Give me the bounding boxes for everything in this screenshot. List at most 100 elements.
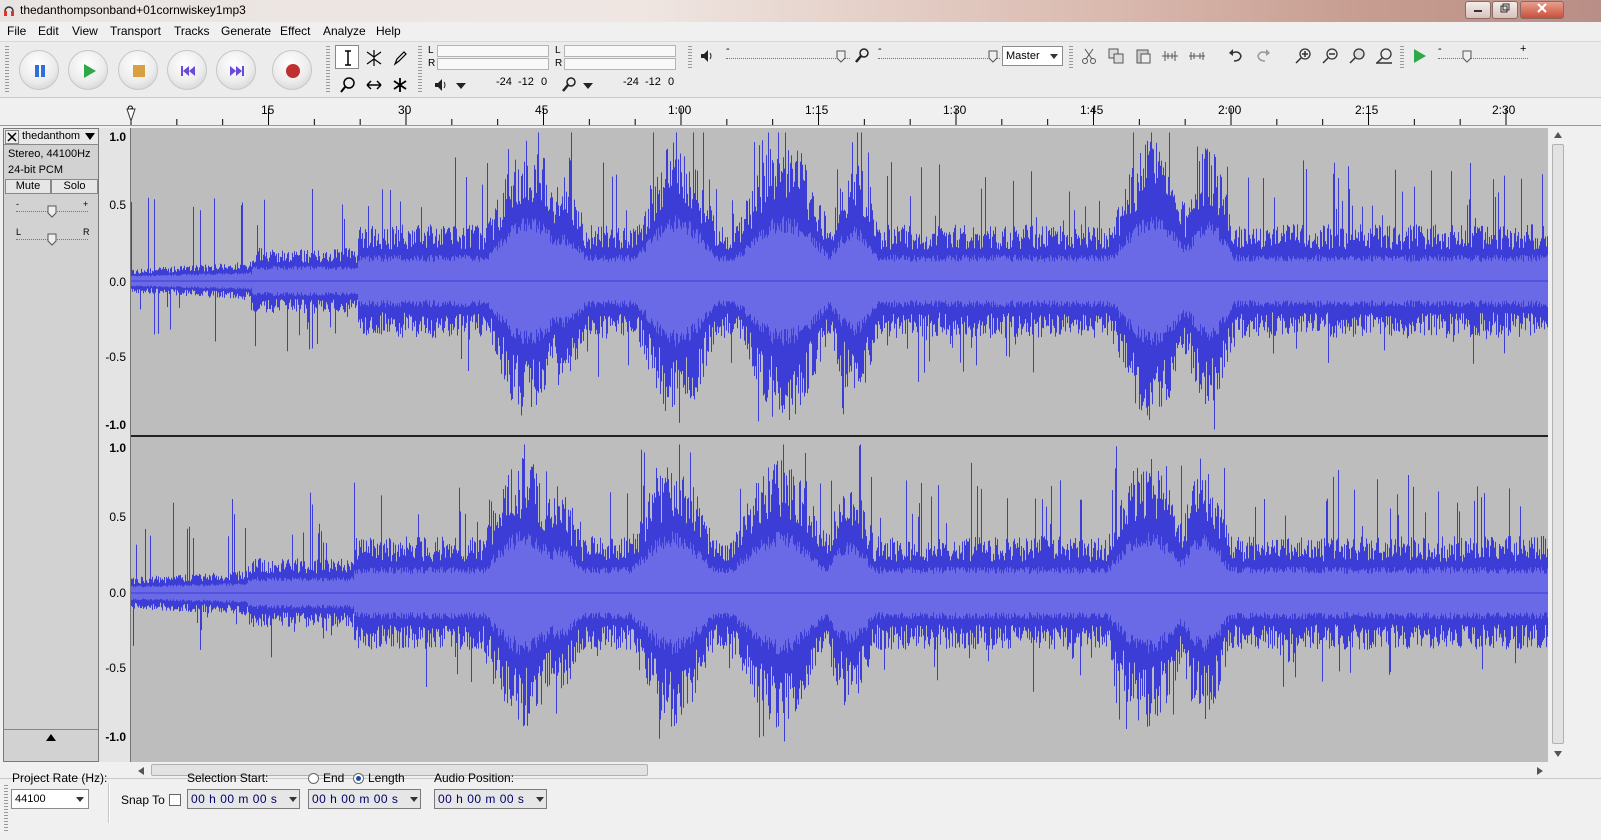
scroll-down-icon[interactable] (1553, 750, 1563, 758)
playhead-marker-icon[interactable] (126, 108, 136, 122)
stop-button[interactable] (118, 50, 158, 90)
chevron-down-icon (76, 797, 84, 802)
pan-right-label: R (83, 227, 90, 237)
menu-edit[interactable]: Edit (38, 24, 59, 38)
menu-generate[interactable]: Generate (221, 24, 271, 38)
chevron-down-icon (289, 797, 297, 802)
chevron-down-icon (85, 133, 95, 140)
audio-position-time[interactable]: 00 h 00 m 00 s (434, 789, 547, 809)
record-meter-left[interactable] (564, 45, 676, 57)
selection-start-time[interactable]: 00 h 00 m 00 s (187, 789, 300, 809)
play-speed-thumb[interactable] (1462, 50, 1472, 63)
play-at-speed-button[interactable] (1408, 45, 1430, 67)
record-meter-right[interactable] (564, 58, 676, 70)
project-rate-select[interactable]: 44100 (11, 789, 89, 809)
playback-meter-left[interactable] (437, 45, 549, 57)
edit-grip[interactable] (1069, 46, 1073, 68)
record-meter-dropdown-icon[interactable] (582, 82, 594, 90)
menu-transport[interactable]: Transport (110, 24, 161, 38)
redo-icon (1257, 49, 1270, 62)
waveform-area[interactable] (131, 128, 1548, 762)
record-button[interactable] (272, 50, 312, 90)
undo-button[interactable] (1225, 45, 1247, 67)
copy-button[interactable] (1105, 45, 1127, 67)
draw-tool-button[interactable] (387, 45, 411, 69)
envelope-tool-button[interactable] (361, 45, 385, 69)
skip-to-start-button[interactable] (167, 50, 207, 90)
zoom-out-button[interactable] (1319, 45, 1341, 67)
scale-bottom-0: 0.0 (109, 586, 126, 600)
vertical-scrollbar[interactable] (1550, 128, 1566, 762)
toolbar-grip[interactable] (5, 46, 9, 94)
asterisk-icon (393, 78, 407, 92)
record-icon (286, 64, 300, 78)
cut-button[interactable] (1078, 45, 1100, 67)
menu-file[interactable]: File (7, 24, 26, 38)
fit-project-button[interactable] (1373, 45, 1395, 67)
snap-to-checkbox[interactable] (169, 794, 181, 806)
input-volume-slider[interactable] (878, 58, 1000, 59)
amplitude-ruler[interactable]: 1.0 0.5 0.0 -0.5 -1.0 1.0 0.5 0.0 -0.5 -… (99, 128, 131, 762)
time-shift-tool-button[interactable] (361, 72, 385, 96)
scroll-up-icon[interactable] (1553, 131, 1563, 139)
redo-button[interactable] (1252, 45, 1274, 67)
vertical-scroll-thumb[interactable] (1552, 144, 1564, 744)
length-radio[interactable] (353, 773, 364, 784)
timeline-ruler[interactable]: 0 15 30 45 1:00 1:15 1:30 1:45 2:00 2:15… (0, 98, 1601, 126)
maximize-button[interactable] (1492, 1, 1518, 19)
pan-slider-thumb[interactable] (47, 233, 57, 246)
output-volume-slider[interactable] (726, 58, 850, 59)
zoom-out-icon (1322, 48, 1338, 64)
menu-view[interactable]: View (72, 24, 98, 38)
input-source-select[interactable]: Master (1002, 46, 1063, 66)
play-button[interactable] (68, 50, 108, 90)
track-close-button[interactable] (5, 130, 19, 144)
multi-tool-button[interactable] (387, 72, 411, 96)
scale-top-05: 0.5 (109, 198, 126, 212)
microphone-volume-icon (855, 48, 869, 63)
input-volume-thumb[interactable] (988, 50, 998, 63)
play-at-speed-icon (1414, 49, 1426, 63)
playback-meter-dropdown-icon[interactable] (455, 82, 467, 90)
record-scale-minus12: -12 (645, 76, 661, 88)
trim-icon (1162, 51, 1178, 61)
selection-tool-button[interactable] (335, 45, 359, 69)
end-radio[interactable] (308, 773, 319, 784)
pause-button[interactable] (19, 50, 59, 90)
minimize-button[interactable] (1465, 1, 1491, 19)
waveform-right-channel (131, 444, 1548, 742)
zoom-in-button[interactable] (1292, 45, 1314, 67)
selection-length-time[interactable]: 00 h 00 m 00 s (308, 789, 421, 809)
ruler-tick-1-45: 1:45 (1080, 103, 1104, 117)
fit-selection-button[interactable] (1346, 45, 1368, 67)
ruler-tick-30: 30 (398, 103, 412, 117)
trim-button[interactable] (1159, 45, 1181, 67)
track-menu-button[interactable]: thedanthom (20, 129, 98, 144)
skip-to-end-button[interactable] (216, 50, 256, 90)
close-button[interactable] (1520, 1, 1564, 19)
mute-button[interactable]: Mute (5, 179, 51, 194)
collapse-track-button[interactable] (4, 729, 98, 745)
scroll-left-icon[interactable] (137, 766, 145, 776)
output-volume-thumb[interactable] (836, 50, 846, 63)
scroll-right-icon[interactable] (1536, 766, 1544, 776)
solo-button[interactable]: Solo (51, 179, 98, 194)
meter-grip[interactable] (418, 46, 422, 94)
playback-meter-button[interactable] (431, 74, 453, 96)
record-scale-0: 0 (668, 76, 675, 88)
menu-help[interactable]: Help (376, 24, 401, 38)
mixer-grip[interactable] (688, 46, 692, 68)
menu-effect[interactable]: Effect (280, 24, 310, 38)
record-meter-button[interactable] (558, 74, 580, 96)
gain-slider-thumb[interactable] (47, 205, 57, 218)
play-speed-slider[interactable] (1438, 58, 1528, 59)
tools-grip[interactable] (326, 46, 330, 94)
playback-meter-left-label: L (428, 45, 434, 56)
menu-tracks[interactable]: Tracks (174, 24, 210, 38)
playback-meter-right[interactable] (437, 58, 549, 70)
zoom-tool-button[interactable] (335, 72, 359, 96)
silence-button[interactable] (1186, 45, 1208, 67)
paste-button[interactable] (1132, 45, 1154, 67)
menu-analyze[interactable]: Analyze (323, 24, 366, 38)
play-at-speed-grip[interactable] (1400, 46, 1404, 68)
